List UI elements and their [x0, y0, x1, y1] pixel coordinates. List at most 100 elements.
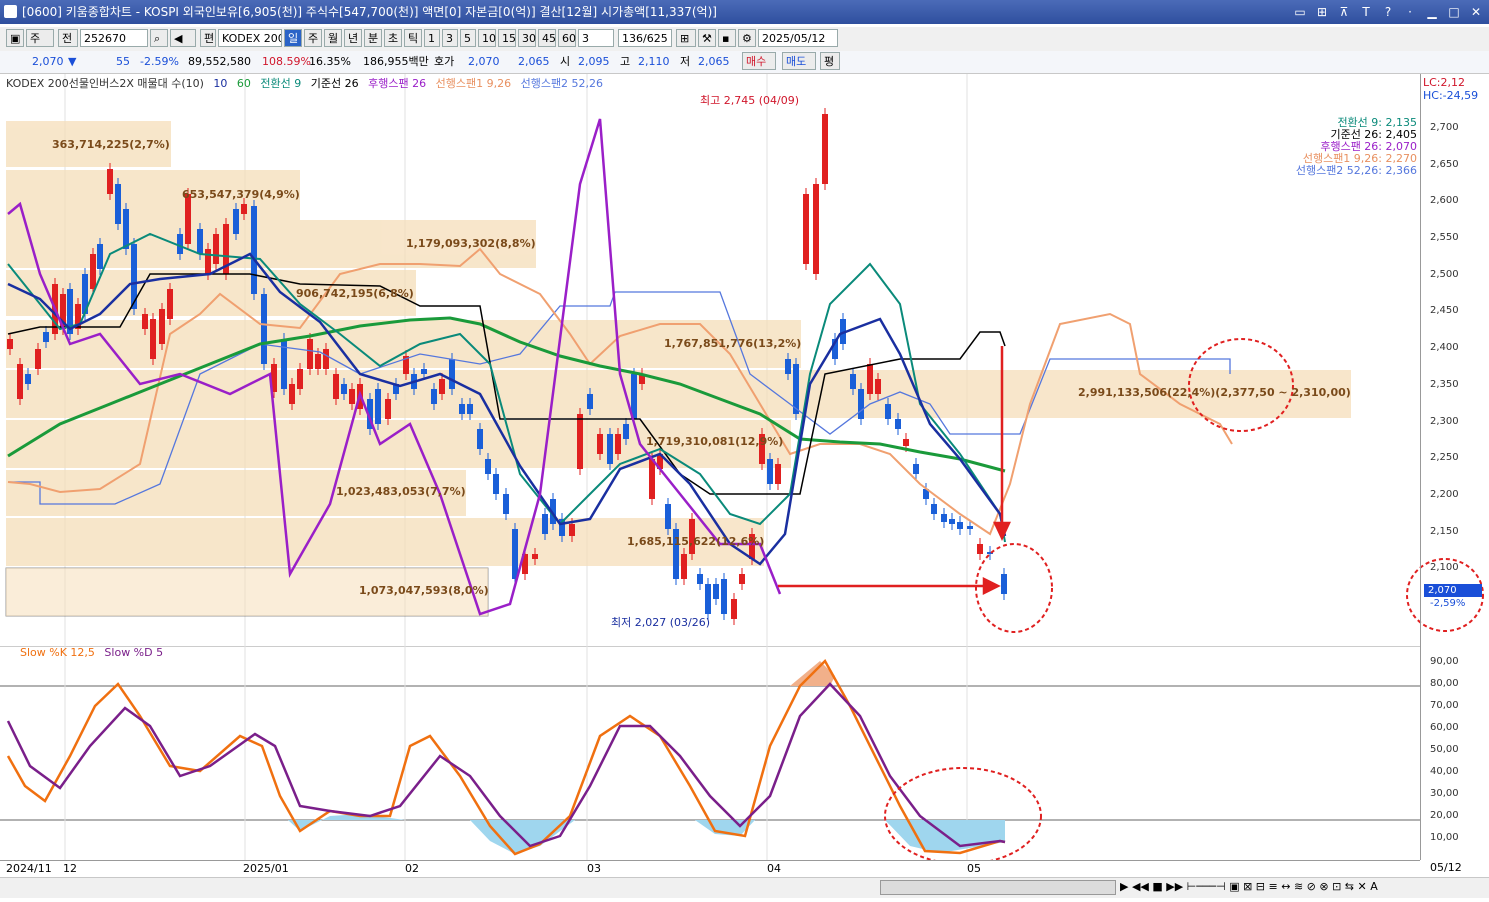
x-axis: 2024/11 12 2025/01 02 03 04 05 — [0, 860, 1420, 877]
window-controls: ▭ ⊞ ⊼ T ? · ▁ □ ✕ — [1293, 0, 1483, 24]
y-tick: 2,400 — [1430, 342, 1459, 353]
restore-icon[interactable]: ▭ — [1293, 0, 1307, 24]
x-tick: 02 — [405, 862, 419, 875]
y-tick: 2,350 — [1430, 379, 1459, 390]
chart-toolbar: ▣ 주 전 252670 ⌕ ◀ 편 KODEX 200선 일 주 월 년 분 … — [0, 27, 1489, 52]
count-select[interactable]: 3 — [578, 29, 614, 47]
app-icon — [4, 5, 17, 18]
num-45[interactable]: 45 — [538, 29, 556, 47]
sell-button[interactable]: 매도 — [782, 52, 816, 70]
high-annotation: 최고 2,745 (04/09) — [700, 94, 800, 107]
open-label: 시 — [560, 55, 571, 68]
right-axis — [1420, 74, 1489, 860]
x-tick: 2025/01 — [243, 862, 289, 875]
down-arrow-icon: ▼ — [68, 55, 77, 68]
legend-ma60: 60 — [236, 77, 251, 90]
num-3[interactable]: 3 — [442, 29, 458, 47]
change-value: 55 — [116, 55, 130, 68]
stochastic-chart — [0, 646, 1420, 860]
close-icon[interactable]: ✕ — [1469, 0, 1483, 24]
tile-icon[interactable]: ⊼ — [1337, 0, 1351, 24]
num-1[interactable]: 1 — [424, 29, 440, 47]
stoch-tick: 20,00 — [1430, 810, 1459, 821]
y-tick: 2,550 — [1430, 232, 1459, 243]
x-tick: 05 — [967, 862, 981, 875]
num-5[interactable]: 5 — [460, 29, 476, 47]
tab-week[interactable]: 주 — [304, 29, 322, 47]
num-30[interactable]: 30 — [518, 29, 536, 47]
speaker-icon[interactable]: ◀ — [170, 29, 196, 47]
pin-icon[interactable]: ⊞ — [1315, 0, 1329, 24]
gear-icon[interactable]: ⚙ — [738, 29, 756, 47]
volume-profile-label: 1,719,310,081(12,9%) — [646, 435, 784, 448]
window-title: [0600] 키움종합차트 - KOSPI 외국인보유[6,905(천)] 주식… — [22, 5, 717, 19]
x-tick: 03 — [587, 862, 601, 875]
chart-scrollbar[interactable]: ▶ ◀◀ ■ ▶▶ ⊢───⊣ ▣ ⊠ ⊟ ≡ ↔ ≋ ⊘ ⊗ ⊡ ⇆ ✕ A — [0, 877, 1489, 898]
stoch-tick: 30,00 — [1430, 788, 1459, 799]
tab-year[interactable]: 년 — [344, 29, 362, 47]
y-tick: 2,250 — [1430, 452, 1459, 463]
y-tick: 2,600 — [1430, 195, 1459, 206]
period-select[interactable]: 주 — [26, 29, 54, 47]
tool-icon[interactable]: ⚒ — [698, 29, 716, 47]
volume-ratio: 108.59% — [262, 55, 311, 68]
code-input[interactable]: 252670 — [80, 29, 148, 47]
volume-profile-label: 363,714,225(2,7%) — [52, 138, 170, 151]
volume-value: 89,552,580 — [188, 55, 251, 68]
x-tick: 04 — [767, 862, 781, 875]
y-tick: 2,200 — [1430, 489, 1459, 500]
save-icon[interactable]: ▪ — [718, 29, 736, 47]
tab-minute[interactable]: 분 — [364, 29, 382, 47]
tab-day[interactable]: 일 — [284, 29, 302, 47]
tab-second[interactable]: 초 — [384, 29, 402, 47]
scroll-controls[interactable]: ▶ ◀◀ ■ ▶▶ ⊢───⊣ ▣ ⊠ ⊟ ≡ ↔ ≋ ⊘ ⊗ ⊡ ⇆ ✕ A — [1120, 880, 1378, 893]
ind-lead2: 선행스팬2 52,26: 2,366 — [1295, 164, 1417, 177]
amount-value: 186,955백만 — [363, 55, 429, 68]
tab-month[interactable]: 월 — [324, 29, 342, 47]
search-icon[interactable]: ⌕ — [150, 29, 168, 47]
num-15[interactable]: 15 — [498, 29, 516, 47]
edit-button[interactable]: 편 — [200, 29, 216, 47]
buy-button[interactable]: 매수 — [742, 52, 776, 70]
legend-base: 기준선 26 — [310, 77, 359, 90]
low-label: 저 — [680, 55, 691, 68]
hoga-ask: 2,070 — [468, 55, 500, 68]
volume-profile-label: 2,991,133,506(22,4%)(2,377,50 ~ 2,310,00… — [1078, 386, 1351, 399]
legend-lead2: 선행스팬2 52,26 — [520, 77, 604, 90]
open-value: 2,095 — [578, 55, 610, 68]
scroll-thumb[interactable] — [880, 880, 1116, 895]
high-value: 2,110 — [638, 55, 670, 68]
y-tick: 2,150 — [1430, 526, 1459, 537]
volume-profile-label: 1,767,851,776(13,2%) — [664, 337, 802, 350]
legend-title: KODEX 200선물인버스2X 매물대 수(10) — [6, 77, 204, 90]
stoch-d-label: Slow %D 5 — [104, 646, 164, 659]
x-axis-last-date: 05/12 — [1430, 861, 1462, 874]
num-60[interactable]: 60 — [558, 29, 576, 47]
volume-profile-label: 1,685,115,622(12,6%) — [627, 535, 765, 548]
maximize-icon[interactable]: □ — [1447, 0, 1461, 24]
quote-bar: 2,070 ▼ 55 -2.59% 89,552,580 108.59% 16.… — [0, 51, 1489, 74]
price-value: 2,070 — [32, 55, 64, 68]
y-tick: 2,450 — [1430, 305, 1459, 316]
eval-button[interactable]: 평 — [820, 52, 840, 70]
low-annotation: 최저 2,027 (03/26) — [611, 616, 711, 629]
legend-lead1: 선행스팬1 9,26 — [435, 77, 512, 90]
stoch-tick: 80,00 — [1430, 678, 1459, 689]
hoga-label: 호가 — [434, 55, 455, 68]
tab-tick[interactable]: 틱 — [404, 29, 422, 47]
text-icon[interactable]: T — [1359, 0, 1373, 24]
current-price-marker: 2,070 — [1424, 584, 1482, 597]
date-input[interactable]: 2025/05/12 — [758, 29, 838, 47]
menu-icon[interactable]: ▣ — [6, 29, 24, 47]
grid-icon[interactable]: ⊞ — [676, 29, 696, 47]
minimize-icon[interactable]: ▁ — [1425, 0, 1439, 24]
legend-ma10: 10 — [213, 77, 228, 90]
num-10[interactable]: 10 — [478, 29, 496, 47]
y-tick: 2,500 — [1430, 269, 1459, 280]
low-value: 2,065 — [698, 55, 730, 68]
help-icon[interactable]: ? — [1381, 0, 1395, 24]
y-tick: 2,650 — [1430, 159, 1459, 170]
y-tick: 2,300 — [1430, 416, 1459, 427]
hc-label: HC:-24,59 — [1423, 89, 1479, 102]
prev-button[interactable]: 전 — [58, 29, 78, 47]
